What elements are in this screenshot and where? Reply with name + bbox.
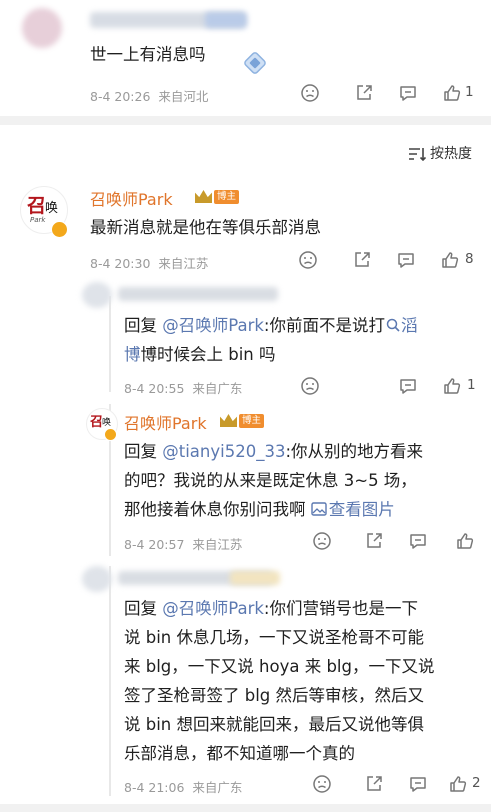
comment-meta: 8-4 20:26 来自河北 [90,86,208,105]
username-blurred-tail [230,571,280,585]
avatar-logo-text-2: 唤 [102,418,112,428]
comment-icon[interactable] [408,531,428,551]
like-icon[interactable] [455,531,475,551]
reply-prefix: 回复 [124,316,163,335]
comment-icon[interactable] [408,774,428,794]
verified-badge-icon [104,428,117,441]
avatar[interactable] [22,8,62,48]
reply-line-4: 签了圣枪哥签了 blg 然后等审核，然后又 [124,686,425,705]
role-badge: 博主 [214,189,240,204]
sort-label: 按热度 [430,146,472,162]
sad-face-icon[interactable] [312,774,332,794]
bottom-divider [0,804,491,812]
share-icon[interactable] [364,774,384,794]
like-count: 2 [472,775,481,791]
reply-time: 8-4 21:06 [124,780,185,795]
comment-icon[interactable] [396,250,416,270]
reply-text: 回复 @召唤师Park:你们营销号也是一下 说 bin 休息几场，一下又说圣枪哥… [124,594,484,768]
thread-line [109,566,111,796]
avatar[interactable] [82,566,112,592]
reply-time: 8-4 20:57 [124,537,185,552]
search-link-label: 滔 [400,316,418,335]
sad-face-icon[interactable] [300,83,320,103]
view-image-label: 查看图片 [328,500,395,519]
search-icon [386,312,400,332]
section-divider [0,116,491,125]
like-count: 1 [465,84,474,100]
mention-link[interactable]: @召唤师Park [162,599,264,618]
mention-link[interactable]: @tianyi520_33 [162,442,285,461]
avatar-logo-text-2: 唤 [45,201,59,216]
avatar-logo-text: 召 [27,195,47,217]
reply-meta: 8-4 21:06 来自广东 [124,777,242,796]
reply-meta: 8-4 20:55 来自广东 [124,378,242,397]
reply-line-3: 来 blg，一下又说 hoya 来 blg，一下又说 [124,657,435,676]
like-count: 1 [467,377,476,393]
comment-text: 最新消息就是他在等俱乐部消息 [90,218,321,237]
comment-location: 来自河北 [158,89,209,104]
like-icon[interactable] [440,250,460,270]
share-icon[interactable] [364,531,384,551]
sort-button[interactable]: 按热度 [408,143,472,163]
share-icon[interactable] [354,83,374,103]
reply-location: 来自广东 [192,780,243,795]
comment-meta: 8-4 20:30 来自江苏 [90,253,208,272]
view-image-link[interactable]: 查看图片 [311,500,395,519]
reply-text: 回复 @tianyi520_33:你从别的地方看来 的吧？我说的从来是既定休息 … [124,437,479,524]
share-icon[interactable] [352,250,372,270]
comment-icon[interactable] [398,376,418,396]
search-link[interactable]: 滔 [385,316,418,335]
like-icon[interactable] [442,83,462,103]
reply-text: 回复 @召唤师Park:你前面不是说打滔 博博时候会上 bin 吗 [124,311,474,369]
sort-icon [408,146,427,162]
username-blurred-tail [205,12,247,28]
reply-time: 8-4 20:55 [124,381,185,396]
reply-username[interactable]: 召唤师Park [124,410,207,434]
crown-icon: 博主 [220,413,265,428]
comment-icon[interactable] [398,83,418,103]
reply-location: 来自广东 [192,381,243,396]
like-count: 8 [465,251,474,267]
reply-meta: 8-4 20:57 来自江苏 [124,534,242,553]
comment-time: 8-4 20:26 [90,89,151,104]
reply-prefix: 回复 [124,442,163,461]
username-blurred[interactable] [118,287,278,301]
sad-face-icon[interactable] [312,531,332,551]
mention-link[interactable]: @召唤师Park [162,316,264,335]
comment-username[interactable]: 召唤师Park [90,186,173,210]
like-icon[interactable] [442,376,462,396]
comment-location: 来自江苏 [158,256,209,271]
sad-face-icon[interactable] [300,376,320,396]
reply-line-5: 说 bin 想回来就能回来，最后又说他等俱 [124,715,425,734]
like-icon[interactable] [448,774,468,794]
reply-line-1: :你从别的地方看来 [285,442,424,461]
reply-line-1: :你们营销号也是一下 [263,599,418,618]
avatar[interactable] [82,282,112,308]
reply-line-6: 乐部消息，都不知道哪一个真的 [124,744,355,763]
reply-line-2: 的吧？我说的从来是既定休息 3~5 场， [124,471,417,490]
verified-badge-icon [51,221,68,238]
sticker-icon [243,52,269,76]
avatar-logo-park: Park [30,216,46,224]
search-link-cont[interactable]: 博 [124,345,141,364]
reply-text-a: :你前面不是说打 [263,316,385,335]
reply-prefix: 回复 [124,599,163,618]
reply-location: 来自江苏 [192,537,243,552]
reply-text-b: 博时候会上 bin 吗 [140,345,276,364]
sad-face-icon[interactable] [298,250,318,270]
comment-time: 8-4 20:30 [90,256,151,271]
comment-text: 世一上有消息吗 [90,45,206,64]
thread-line [109,296,111,392]
crown-icon: 博主 [195,189,240,204]
role-badge: 博主 [239,413,265,428]
image-icon [311,496,327,516]
reply-line-2: 说 bin 休息几场，一下又说圣枪哥不可能 [124,628,425,647]
reply-line-3: 那他接着休息你别问我啊 [124,500,311,519]
